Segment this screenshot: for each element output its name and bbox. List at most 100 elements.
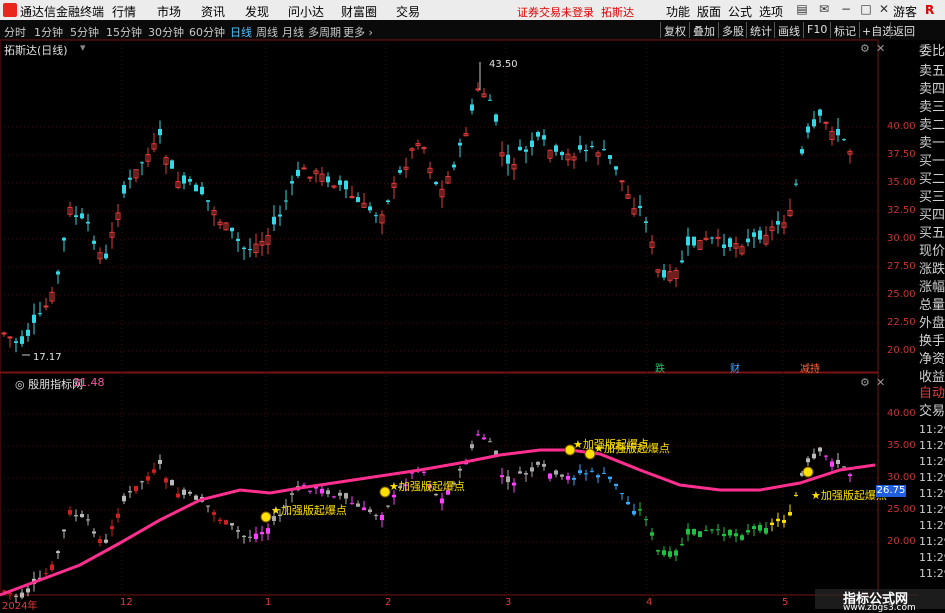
ind-candle xyxy=(668,551,672,557)
side-item[interactable]: 卖四 xyxy=(919,82,945,98)
maximize-icon[interactable]: □ xyxy=(860,2,872,16)
side-item[interactable]: 卖五 xyxy=(919,64,945,80)
candle-up xyxy=(655,269,661,273)
side-item[interactable]: 买一 xyxy=(919,154,945,170)
side-item-trade[interactable]: 交易 xyxy=(919,404,945,420)
settings-icon[interactable]: ⚙ xyxy=(860,42,870,55)
ind-candle xyxy=(506,476,510,483)
period-30min[interactable]: 30分钟 xyxy=(148,24,184,40)
side-item[interactable]: 卖三 xyxy=(919,100,945,116)
side-item[interactable]: 涨跌 xyxy=(919,262,945,278)
candle-down xyxy=(128,177,132,180)
period-timeshare[interactable]: 分时 xyxy=(4,24,26,40)
candle-down xyxy=(590,146,594,148)
candle-up xyxy=(163,157,169,165)
visitor-label[interactable]: 游客 xyxy=(893,3,917,20)
side-item[interactable]: 卖一 xyxy=(919,136,945,152)
menu-item-market[interactable]: 市场 xyxy=(157,3,181,20)
menu-item-trade[interactable]: 交易 xyxy=(396,3,420,20)
candle-up xyxy=(415,143,421,147)
login-notice[interactable]: 证券交易未登录 拓斯达 xyxy=(517,4,634,20)
ind-candle xyxy=(704,529,708,531)
ind-candle xyxy=(572,477,576,480)
btn-add-watchlist[interactable]: +自选 xyxy=(862,23,893,39)
candle-up xyxy=(625,194,631,199)
main-panel-title: 拓斯达(日线) xyxy=(4,44,68,57)
event-marker-drop[interactable]: 跌 xyxy=(655,360,665,375)
btn-multistock[interactable]: 多股 xyxy=(722,23,744,39)
close-panel-icon[interactable]: ✕ xyxy=(876,42,885,55)
candle-down xyxy=(530,140,534,147)
circle-icon[interactable]: ◎ xyxy=(15,378,25,391)
ind-candle xyxy=(458,468,462,471)
ind-candle xyxy=(62,529,66,532)
candle-up xyxy=(427,167,433,174)
main-axis-label: 30.00 xyxy=(887,233,916,244)
chart-canvas[interactable] xyxy=(0,0,945,609)
side-item[interactable]: 买二 xyxy=(919,172,945,188)
candle-down xyxy=(194,184,198,192)
candle-up xyxy=(319,173,325,182)
side-item[interactable]: 买三 xyxy=(919,190,945,206)
side-item[interactable]: 现价 xyxy=(919,244,945,260)
side-time: 11:29 xyxy=(919,471,945,484)
period-1min[interactable]: 1分钟 xyxy=(34,24,63,40)
btn-draw[interactable]: 画线 xyxy=(778,23,800,39)
period-5min[interactable]: 5分钟 xyxy=(70,24,99,40)
side-item[interactable]: 净资 xyxy=(919,352,945,368)
side-item[interactable]: 换手 xyxy=(919,334,945,350)
shirt-icon[interactable]: ▤ xyxy=(796,2,808,16)
btn-adjust[interactable]: 复权 xyxy=(664,23,686,39)
ind-candle xyxy=(320,488,324,494)
menu-function[interactable]: 功能 xyxy=(666,3,690,20)
side-item[interactable]: 总量 xyxy=(919,298,945,314)
btn-stats[interactable]: 统计 xyxy=(750,23,772,39)
dropdown-icon[interactable]: ▾ xyxy=(80,41,86,54)
message-icon[interactable]: ✉ xyxy=(818,2,830,16)
period-multi[interactable]: 多周期 xyxy=(308,24,341,40)
ind-candle xyxy=(650,532,654,536)
period-monthly[interactable]: 月线 xyxy=(282,24,304,40)
menu-item-news[interactable]: 资讯 xyxy=(201,3,225,20)
side-item[interactable]: 涨幅 xyxy=(919,280,945,296)
side-item[interactable]: 买四 xyxy=(919,208,945,224)
period-daily[interactable]: 日线 xyxy=(230,24,252,40)
ind-candle xyxy=(758,524,762,531)
ind-candle xyxy=(146,476,150,481)
ind-candle xyxy=(620,493,624,495)
btn-back[interactable]: 返回 xyxy=(893,23,915,39)
event-marker-reduce[interactable]: 减持 xyxy=(800,360,820,375)
r-icon[interactable]: R xyxy=(925,3,934,17)
side-item[interactable]: 收益 xyxy=(919,370,945,386)
period-weekly[interactable]: 周线 xyxy=(256,24,278,40)
candle-down xyxy=(746,238,750,243)
btn-f10[interactable]: F10 xyxy=(807,23,827,36)
btn-mark[interactable]: 标记 xyxy=(834,23,856,39)
menu-formula[interactable]: 公式 xyxy=(728,3,752,20)
side-item[interactable]: 委比 xyxy=(919,44,945,60)
menu-options[interactable]: 选项 xyxy=(759,3,783,20)
period-more[interactable]: 更多 › xyxy=(343,24,373,40)
period-60min[interactable]: 60分钟 xyxy=(189,24,225,40)
ind-candle xyxy=(782,520,786,523)
menu-item-ask[interactable]: 问小达 xyxy=(288,3,324,20)
close-panel-icon[interactable]: ✕ xyxy=(876,376,885,389)
minimize-icon[interactable]: − xyxy=(840,2,852,16)
ind-candle xyxy=(2,590,6,592)
close-icon[interactable]: ✕ xyxy=(878,2,890,16)
settings-icon[interactable]: ⚙ xyxy=(860,376,870,389)
menu-item-discover[interactable]: 发现 xyxy=(245,3,269,20)
candle-up xyxy=(499,152,505,157)
side-item[interactable]: 卖二 xyxy=(919,118,945,134)
menu-item-quotes[interactable]: 行情 xyxy=(112,3,136,20)
menu-layout[interactable]: 版面 xyxy=(697,3,721,20)
period-15min[interactable]: 15分钟 xyxy=(106,24,142,40)
side-item[interactable]: 外盘 xyxy=(919,316,945,332)
side-item[interactable]: 买五 xyxy=(919,226,945,242)
candle-down xyxy=(158,129,162,136)
btn-overlay[interactable]: 叠加 xyxy=(693,23,715,39)
event-marker-finance[interactable]: 财 xyxy=(730,360,740,375)
side-item-auto[interactable]: 自动 xyxy=(919,386,945,402)
menu-item-wealth[interactable]: 财富圈 xyxy=(341,3,377,20)
ind-candle xyxy=(710,529,714,531)
